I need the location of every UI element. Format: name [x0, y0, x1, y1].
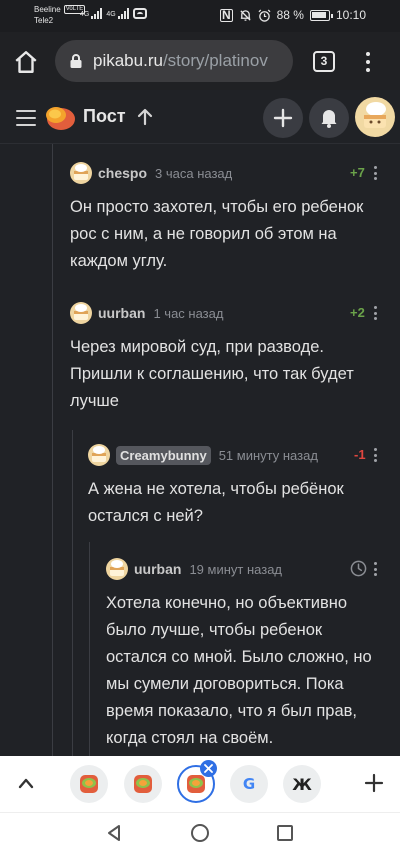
comment-text: Хотела конечно, но объективно было лучше…	[106, 594, 372, 747]
google-icon: G	[242, 775, 256, 793]
more-options-icon[interactable]	[374, 306, 378, 320]
network-type-1: 4G	[80, 11, 90, 18]
pikabu-favicon-icon	[80, 775, 98, 793]
comment-time[interactable]: 1 час назад	[153, 306, 223, 321]
home-icon[interactable]	[13, 49, 39, 75]
comment-avatar[interactable]	[70, 302, 92, 324]
pikabu-favicon-icon	[134, 775, 152, 793]
alarm-icon	[258, 9, 271, 22]
nfc-icon: N	[219, 7, 233, 22]
add-post-button[interactable]	[263, 98, 303, 138]
carrier-2: Tele2	[34, 16, 54, 25]
more-options-icon[interactable]	[374, 448, 378, 462]
comment-avatar[interactable]	[106, 558, 128, 580]
comment-text: Через мировой суд, при разводе. Пришли к…	[70, 338, 354, 410]
battery-icon	[309, 9, 333, 21]
url-path: /story/platinov	[162, 51, 268, 70]
home-nav-icon[interactable]	[191, 824, 209, 842]
comment-author[interactable]: uurban	[98, 305, 145, 321]
site-header: Пост	[0, 90, 400, 144]
network-type-2: 4G	[106, 11, 116, 18]
comment-rating: +7	[350, 165, 365, 180]
more-options-icon[interactable]	[374, 562, 378, 576]
comment-time[interactable]: 51 минуту назад	[219, 448, 318, 463]
comment-author[interactable]: chespo	[98, 165, 147, 181]
tab-google[interactable]: G	[230, 765, 268, 803]
battery-percent: 88 %	[276, 8, 304, 22]
lock-icon	[70, 54, 82, 68]
comments-section: chespo 3 часа назад +7 Он просто захотел…	[0, 144, 400, 756]
recents-icon[interactable]	[277, 825, 293, 841]
page-title: Пост	[83, 106, 126, 126]
system-navigation-bar	[0, 812, 400, 856]
browser-toolbar: pikabu.ru/story/platinov 3	[0, 32, 400, 90]
comment-avatar[interactable]	[70, 162, 92, 184]
comment: uurban 1 час назад +2 Через мировой суд,…	[70, 300, 386, 415]
signal-icon-2	[117, 8, 129, 19]
tab-switcher-button[interactable]: 3	[313, 51, 335, 72]
status-bar: Beeline VoLTE Tele2 4G 4G N 88 % 10:10	[0, 0, 400, 32]
comment-avatar[interactable]	[88, 444, 110, 466]
comment-author[interactable]: Creamybunny	[116, 445, 211, 465]
comment: Creamybunny 51 минуту назад -1 А жена не…	[88, 442, 386, 530]
new-tab-icon[interactable]	[364, 773, 384, 793]
carrier-info: Beeline VoLTE Tele2	[34, 4, 86, 26]
tab-zhurnal[interactable]: Ж	[283, 765, 321, 803]
more-options-icon[interactable]	[374, 166, 378, 180]
tab-strip: G Ж	[0, 756, 400, 812]
thread-line	[72, 430, 73, 756]
plus-icon	[273, 108, 293, 128]
user-avatar[interactable]	[355, 97, 395, 137]
zh-icon: Ж	[292, 774, 312, 794]
back-icon[interactable]	[105, 824, 123, 842]
tab-pikabu-2[interactable]	[124, 765, 162, 803]
signal-icon	[91, 8, 103, 19]
comment-text: А жена не хотела, чтобы ребёнок остался …	[88, 480, 344, 525]
arrow-up-icon[interactable]	[137, 108, 153, 126]
comment-rating: +2	[350, 305, 365, 320]
clock: 10:10	[335, 8, 366, 22]
chevron-up-icon[interactable]	[18, 776, 34, 790]
bell-icon	[321, 110, 337, 128]
thread-line	[89, 542, 90, 756]
notifications-button[interactable]	[309, 98, 349, 138]
browser-menu-icon[interactable]	[361, 50, 375, 74]
pikabu-favicon-icon	[187, 775, 205, 793]
close-tab-icon[interactable]	[200, 760, 217, 777]
comment-text: Он просто захотел, чтобы его ребенок рос…	[70, 198, 364, 270]
address-bar[interactable]: pikabu.ru/story/platinov	[55, 40, 293, 82]
tab-pikabu-1[interactable]	[70, 765, 108, 803]
comment-rating: -1	[354, 447, 366, 462]
carrier-1: Beeline	[34, 5, 61, 14]
comment-time[interactable]: 3 часа назад	[155, 166, 232, 181]
mute-icon	[240, 9, 251, 21]
comment-author[interactable]: uurban	[134, 561, 181, 577]
url-host: pikabu.ru	[93, 51, 163, 70]
hamburger-menu-icon[interactable]	[16, 110, 36, 126]
comment-time[interactable]: 19 минут назад	[189, 562, 282, 577]
signal-indicators: 4G 4G	[80, 8, 147, 19]
pikabu-logo[interactable]	[44, 103, 76, 133]
comment: chespo 3 часа назад +7 Он просто захотел…	[70, 160, 386, 275]
hotspot-icon	[132, 8, 147, 19]
thread-line	[52, 144, 53, 756]
comment: uurban 19 минут назад Хотела конечно, но…	[106, 556, 386, 752]
clock-icon	[350, 560, 367, 577]
